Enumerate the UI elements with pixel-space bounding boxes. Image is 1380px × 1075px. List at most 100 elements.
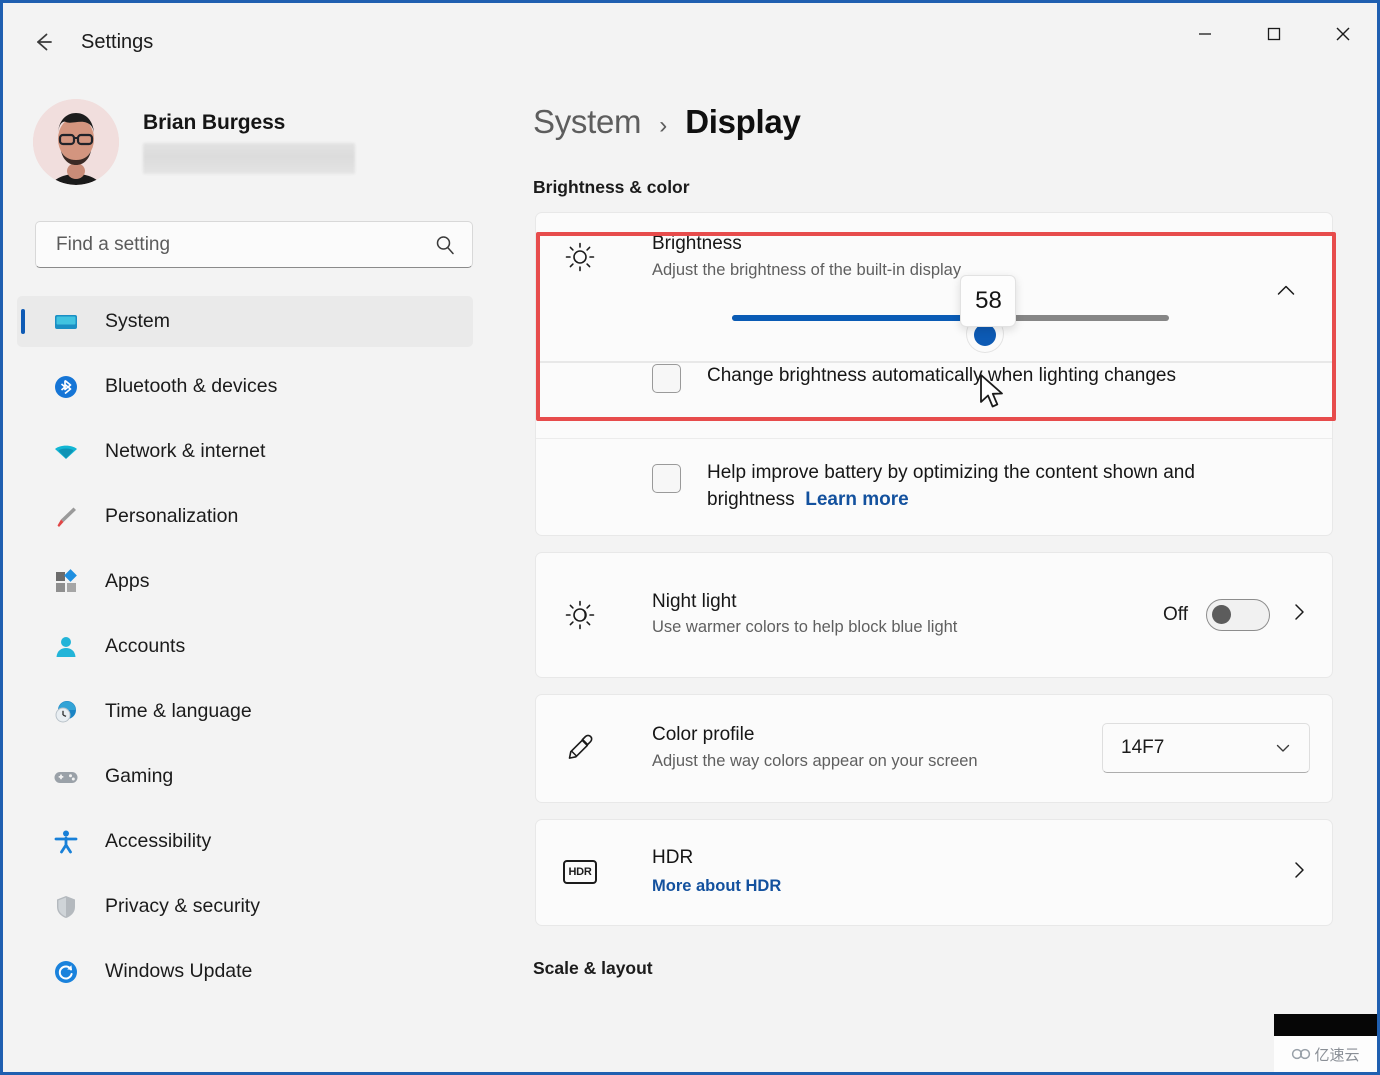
more-about-hdr-link[interactable]: More about HDR xyxy=(652,877,781,895)
night-light-card[interactable]: Night light Use warmer colors to help bl… xyxy=(535,551,1333,678)
hdr-card[interactable]: HDR HDR More about HDR xyxy=(535,818,1333,926)
shield-icon xyxy=(51,892,81,922)
eyedropper-icon xyxy=(558,731,602,765)
gamepad-icon xyxy=(51,762,81,792)
close-icon xyxy=(1336,27,1349,41)
sidebar-item-label: Accessibility xyxy=(105,830,212,852)
sidebar-item-label: Network & internet xyxy=(105,440,266,462)
page-title: Display xyxy=(685,103,801,140)
color-profile-dropdown[interactable]: 14F7 xyxy=(1102,723,1310,774)
content-adaptive-row[interactable]: Help improve battery by optimizing the c… xyxy=(536,439,1332,535)
night-light-row[interactable]: Night light Use warmer colors to help bl… xyxy=(536,553,1332,677)
sidebar-item-label: Bluetooth & devices xyxy=(105,375,278,397)
slider-track[interactable] xyxy=(732,314,1169,352)
search-box[interactable] xyxy=(35,221,473,268)
sidebar-item-apps[interactable]: Apps xyxy=(17,556,473,607)
sidebar-nav: System Bluetooth & devices Network & int… xyxy=(3,296,503,997)
chevron-right-icon xyxy=(1295,861,1304,878)
night-light-toggle[interactable] xyxy=(1206,598,1270,631)
night-light-state-label: Off xyxy=(1163,603,1188,625)
sidebar-item-time-language[interactable]: Time & language xyxy=(17,686,473,737)
night-light-subtitle: Use warmer colors to help block blue lig… xyxy=(652,618,958,637)
hdr-badge-text: HDR xyxy=(563,860,597,885)
color-profile-row[interactable]: Color profile Adjust the way colors appe… xyxy=(536,695,1332,802)
brightness-text: Brightness Adjust the brightness of the … xyxy=(602,231,1310,283)
account-name: Brian Burgess xyxy=(143,110,286,134)
sidebar-item-gaming[interactable]: Gaming xyxy=(17,751,473,802)
hdr-open-button[interactable] xyxy=(1288,859,1310,886)
sidebar-item-windows-update[interactable]: Windows Update xyxy=(17,946,473,997)
hdr-row[interactable]: HDR HDR More about HDR xyxy=(536,820,1332,925)
back-button[interactable] xyxy=(23,22,63,62)
avatar-photo-icon xyxy=(33,99,119,185)
search-input[interactable] xyxy=(56,233,434,256)
sidebar-item-accessibility[interactable]: Accessibility xyxy=(17,816,473,867)
paintbrush-icon xyxy=(51,502,81,532)
sidebar-item-bluetooth-devices[interactable]: Bluetooth & devices xyxy=(17,361,473,412)
minimize-button[interactable] xyxy=(1170,3,1239,65)
avatar xyxy=(33,99,119,185)
watermark-body: 亿速云 xyxy=(1274,1036,1377,1072)
sidebar-item-accounts[interactable]: Accounts xyxy=(17,621,473,672)
breadcrumb-parent[interactable]: System xyxy=(533,103,642,141)
night-light-text: Night light Use warmer colors to help bl… xyxy=(602,589,1163,641)
account-text: Brian Burgess xyxy=(143,111,355,174)
hdr-title: HDR xyxy=(652,847,694,869)
brightness-options-card: Change brightness automatically when lig… xyxy=(535,361,1333,536)
sidebar-item-label: System xyxy=(105,310,171,332)
clock-globe-icon xyxy=(51,697,81,727)
bluetooth-icon xyxy=(51,372,81,402)
watermark: 亿速云 xyxy=(1274,1014,1377,1072)
color-profile-selected-value: 14F7 xyxy=(1121,737,1165,759)
brightness-value-text: 58 xyxy=(975,287,1002,314)
update-refresh-icon xyxy=(51,957,81,987)
minimize-icon xyxy=(1198,33,1211,35)
auto-brightness-checkbox[interactable] xyxy=(652,363,681,393)
section-heading-scale-layout: Scale & layout xyxy=(533,957,653,978)
sidebar-item-label: Gaming xyxy=(105,765,174,787)
content-adaptive-label: Help improve battery by optimizing the c… xyxy=(707,461,1195,510)
hdr-badge-icon: HDR xyxy=(558,860,602,885)
main-content: System › Display Brightness & color Brig… xyxy=(503,81,1377,1072)
back-arrow-icon xyxy=(37,33,52,51)
color-profile-text: Color profile Adjust the way colors appe… xyxy=(602,722,1102,774)
color-profile-subtitle: Adjust the way colors appear on your scr… xyxy=(652,751,978,770)
close-button[interactable] xyxy=(1308,3,1377,65)
sidebar-item-privacy-security[interactable]: Privacy & security xyxy=(17,881,473,932)
night-light-title: Night light xyxy=(652,590,737,612)
monitor-icon xyxy=(51,307,81,337)
title-bar: Settings xyxy=(3,3,1377,81)
learn-more-link[interactable]: Learn more xyxy=(805,489,908,510)
caption-buttons xyxy=(1170,3,1377,65)
hdr-controls xyxy=(1288,859,1310,886)
brightness-header[interactable]: Brightness Adjust the brightness of the … xyxy=(536,213,1332,283)
sidebar-item-label: Privacy & security xyxy=(105,895,260,917)
watermark-text: 亿速云 xyxy=(1314,1045,1360,1064)
maximize-button[interactable] xyxy=(1239,3,1308,65)
maximize-icon xyxy=(1267,27,1280,41)
sidebar-item-network-internet[interactable]: Network & internet xyxy=(17,426,473,477)
sidebar-item-system[interactable]: System xyxy=(17,296,473,347)
color-profile-card: Color profile Adjust the way colors appe… xyxy=(535,693,1333,803)
breadcrumb: System › Display xyxy=(533,103,1377,141)
night-light-controls: Off xyxy=(1163,598,1310,631)
person-icon xyxy=(51,632,81,662)
settings-window: Settings Brian Burgess Find a setting Sy… xyxy=(0,0,1380,1075)
auto-brightness-row[interactable]: Change brightness automatically when lig… xyxy=(536,363,1332,438)
night-light-open-button[interactable] xyxy=(1288,601,1310,628)
chevron-right-icon: › xyxy=(659,112,668,139)
sidebar-item-label: Apps xyxy=(105,570,150,592)
content-adaptive-checkbox[interactable] xyxy=(652,463,681,493)
account-summary[interactable]: Brian Burgess xyxy=(3,81,503,185)
hdr-text: HDR More about HDR xyxy=(602,845,1288,899)
auto-brightness-label: Change brightness automatically when lig… xyxy=(707,364,1176,386)
section-heading-brightness-color: Brightness & color xyxy=(533,177,690,197)
color-profile-title: Color profile xyxy=(652,724,755,746)
brightness-slider[interactable] xyxy=(536,299,1332,352)
chevron-down-icon xyxy=(1276,744,1290,752)
brightness-title: Brightness xyxy=(652,233,742,254)
color-profile-controls: 14F7 xyxy=(1102,723,1310,774)
sidebar-item-personalization[interactable]: Personalization xyxy=(17,491,473,542)
brightness-card: Brightness Adjust the brightness of the … xyxy=(535,212,1333,362)
watermark-bar xyxy=(1274,1014,1377,1036)
